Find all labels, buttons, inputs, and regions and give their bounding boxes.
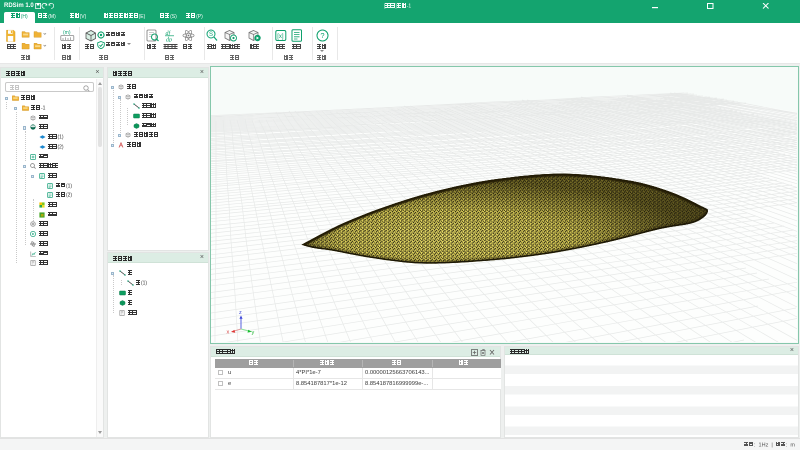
svg-text:?: ? bbox=[320, 31, 324, 40]
svg-text:z: z bbox=[239, 310, 242, 316]
svg-text:x: x bbox=[226, 330, 229, 336]
svg-text:[x]: [x] bbox=[277, 34, 284, 40]
svg-text:S: S bbox=[209, 32, 213, 38]
svg-text:(m): (m) bbox=[63, 30, 71, 36]
svg-text:y: y bbox=[251, 330, 254, 336]
svg-text:dp: dp bbox=[166, 38, 172, 43]
